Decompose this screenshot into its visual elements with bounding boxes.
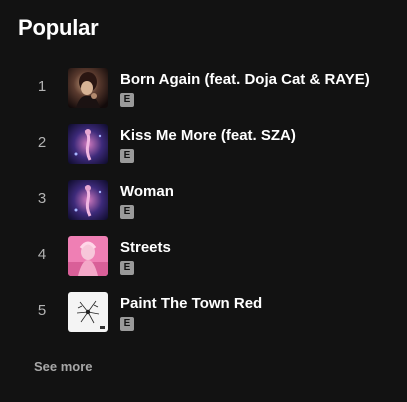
album-art-icon [68,292,108,332]
section-title: Popular [18,15,99,40]
track-title[interactable]: Paint The Town Red [120,295,262,312]
track-row[interactable]: 5 Paint The Town Red E [0,284,407,340]
track-row[interactable]: 2 Kiss Me More (feat. SZA) E [0,116,407,172]
explicit-badge: E [120,205,134,219]
explicit-badge: E [120,93,134,107]
track-list: 1 Born Again (feat. Doja Cat & RAYE) E 2… [0,60,407,340]
explicit-badge: E [120,149,134,163]
track-number: 2 [37,134,47,151]
track-row[interactable]: 3 Woman E [0,172,407,228]
track-title[interactable]: Woman [120,183,174,200]
track-row[interactable]: 1 Born Again (feat. Doja Cat & RAYE) E [0,60,407,116]
track-title[interactable]: Born Again (feat. Doja Cat & RAYE) [120,71,370,88]
track-number: 5 [37,302,47,319]
track-title[interactable]: Kiss Me More (feat. SZA) [120,127,296,144]
album-art-icon [68,68,108,108]
explicit-badge: E [120,261,134,275]
album-art-icon [68,180,108,220]
popular-tracks-section: Popular 1 Born Again (feat. Doja Cat & R… [0,0,407,402]
see-more-button[interactable]: See more [34,359,93,374]
track-number: 1 [37,78,47,95]
explicit-badge: E [120,317,134,331]
track-row[interactable]: 4 Streets E [0,228,407,284]
track-number: 3 [37,190,47,207]
track-number: 4 [37,246,47,263]
album-art-icon [68,236,108,276]
album-art-icon [68,124,108,164]
track-title[interactable]: Streets [120,239,171,256]
